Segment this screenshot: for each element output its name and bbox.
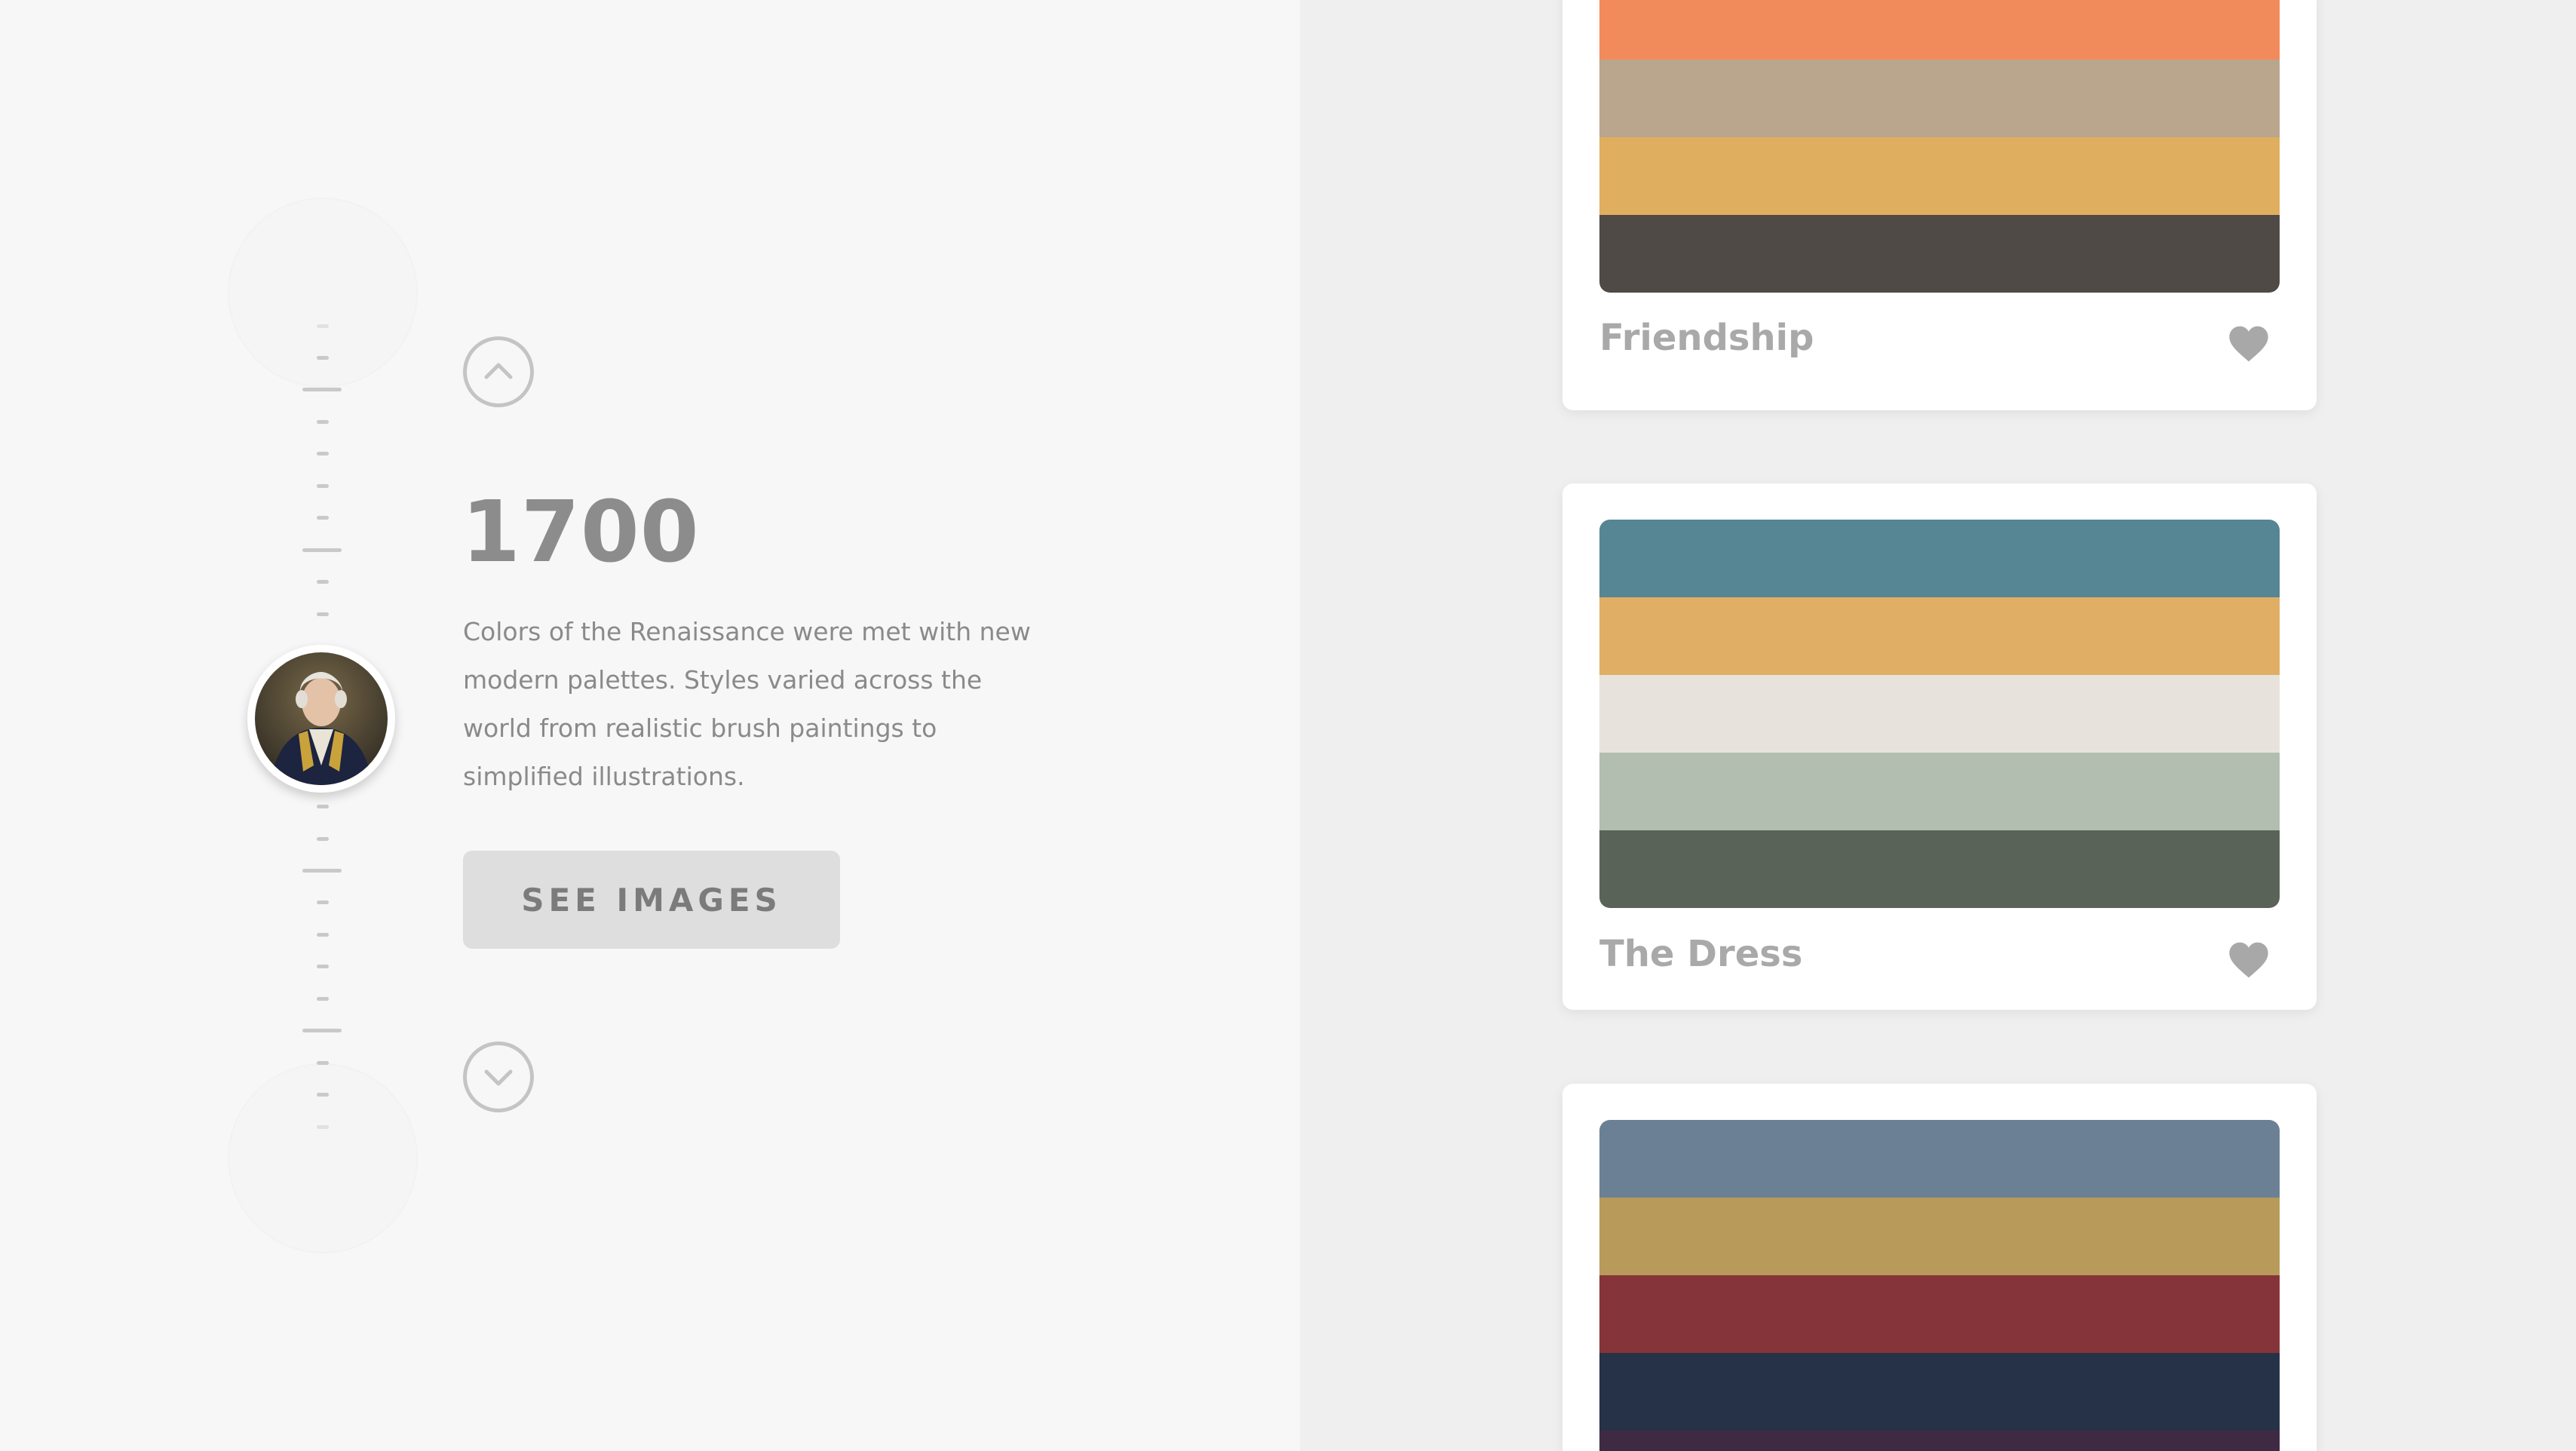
palette-swatch bbox=[1599, 520, 2280, 597]
palette-swatches bbox=[1599, 0, 2280, 293]
palette-swatch bbox=[1599, 830, 2280, 908]
ruler-tick bbox=[317, 1093, 329, 1097]
ruler-tick bbox=[317, 484, 329, 488]
ruler-tick bbox=[317, 837, 329, 841]
palette-card[interactable]: The Dress bbox=[1562, 483, 2317, 1010]
ruler-tick bbox=[317, 1061, 329, 1065]
chevron-down-icon[interactable] bbox=[463, 1041, 534, 1112]
ruler-tick bbox=[317, 805, 329, 808]
ruler-tick-major bbox=[302, 388, 342, 391]
ruler-tick bbox=[317, 965, 329, 968]
chevron-down-glyph bbox=[484, 1069, 513, 1086]
chevron-up-icon[interactable] bbox=[463, 336, 534, 407]
ruler-tick bbox=[317, 420, 329, 424]
ruler-tick bbox=[317, 900, 329, 904]
palette-swatches bbox=[1599, 520, 2280, 908]
ruler-tick-major bbox=[302, 1029, 342, 1032]
heart-icon[interactable] bbox=[2228, 940, 2270, 980]
portrait-image bbox=[255, 652, 388, 785]
palette-swatch bbox=[1599, 753, 2280, 830]
ruler-tick bbox=[317, 612, 329, 616]
chevron-up-glyph bbox=[484, 363, 513, 379]
palette-swatch bbox=[1599, 60, 2280, 137]
portrait-avatar[interactable] bbox=[247, 645, 395, 793]
palette-swatch bbox=[1599, 675, 2280, 753]
ruler-tick bbox=[317, 580, 329, 584]
ruler-tick bbox=[317, 324, 329, 328]
timeline-year: 1700 bbox=[462, 483, 700, 581]
heart-icon[interactable] bbox=[2228, 324, 2270, 364]
ruler-tick bbox=[317, 997, 329, 1001]
palette-swatches bbox=[1599, 1120, 2280, 1451]
palette-swatch bbox=[1599, 1198, 2280, 1275]
ghost-circle-bottom bbox=[228, 1063, 418, 1253]
ruler-tick-major bbox=[302, 869, 342, 873]
timeline-description: Colors of the Renaissance were met with … bbox=[463, 617, 1031, 791]
timeline-panel: 1700 Colors of the Renaissance were met … bbox=[0, 0, 1300, 1451]
palette-name: Friendship bbox=[1599, 317, 1814, 359]
ruler-tick bbox=[317, 356, 329, 360]
palette-swatch bbox=[1599, 0, 2280, 60]
ruler-tick bbox=[317, 452, 329, 456]
palette-name: The Dress bbox=[1599, 933, 1803, 975]
palette-swatch bbox=[1599, 1353, 2280, 1431]
see-images-button[interactable]: SEE IMAGES bbox=[463, 851, 840, 949]
palette-swatch bbox=[1599, 137, 2280, 215]
palette-swatch bbox=[1599, 1120, 2280, 1198]
ruler-tick bbox=[317, 1125, 329, 1129]
ruler-tick bbox=[317, 516, 329, 520]
palette-swatch bbox=[1599, 1431, 2280, 1451]
palette-card[interactable]: Friendship bbox=[1562, 0, 2317, 410]
palette-card[interactable] bbox=[1562, 1084, 2317, 1451]
palette-swatch bbox=[1599, 215, 2280, 293]
palette-swatch bbox=[1599, 1275, 2280, 1353]
ruler-tick bbox=[317, 933, 329, 937]
ruler-tick-major bbox=[302, 548, 342, 552]
palette-swatch bbox=[1599, 597, 2280, 675]
